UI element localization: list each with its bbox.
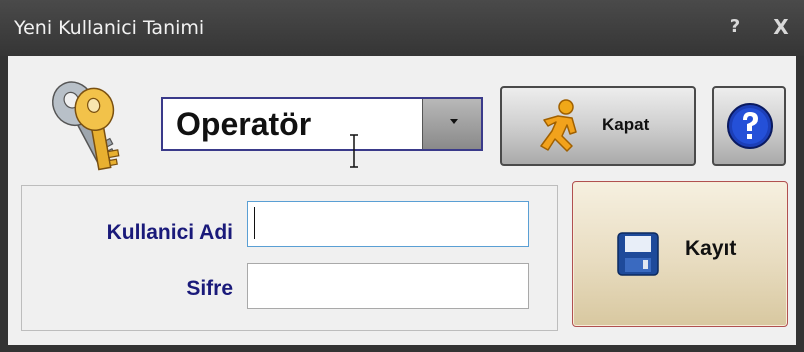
dialog-content: Operatör Kapat Kullanici Adi Sifre Kayıt — [8, 56, 796, 345]
window-title: Yeni Kullanici Tanimi — [14, 17, 205, 39]
dialog-window: Yeni Kullanici Tanimi ? X Operatör Kapat… — [0, 0, 804, 352]
chevron-down-icon — [450, 119, 458, 124]
role-select[interactable]: Operatör — [161, 97, 483, 151]
username-label: Kullanici Adi — [106, 221, 233, 244]
password-field[interactable] — [247, 263, 529, 309]
ibeam-cursor-icon — [350, 134, 358, 168]
running-man-icon — [540, 99, 577, 152]
close-button[interactable]: X — [768, 14, 794, 40]
text-caret — [254, 207, 255, 239]
save-button-label: Kayıt — [685, 237, 737, 260]
username-field[interactable] — [247, 201, 529, 247]
titlebar-help-button[interactable]: ? — [722, 14, 748, 40]
role-select-dropdown-button[interactable] — [422, 99, 481, 149]
close-dialog-button[interactable]: Kapat — [500, 86, 696, 166]
role-select-value: Operatör — [176, 106, 312, 142]
password-label: Sifre — [186, 277, 233, 300]
floppy-disk-icon — [617, 232, 659, 276]
help-icon — [727, 103, 773, 149]
keys-icon — [51, 81, 120, 171]
title-bar[interactable]: Yeni Kullanici Tanimi ? X — [0, 0, 804, 56]
save-button[interactable]: Kayıt — [572, 181, 788, 327]
close-dialog-label: Kapat — [602, 115, 650, 134]
help-button[interactable] — [712, 86, 786, 166]
